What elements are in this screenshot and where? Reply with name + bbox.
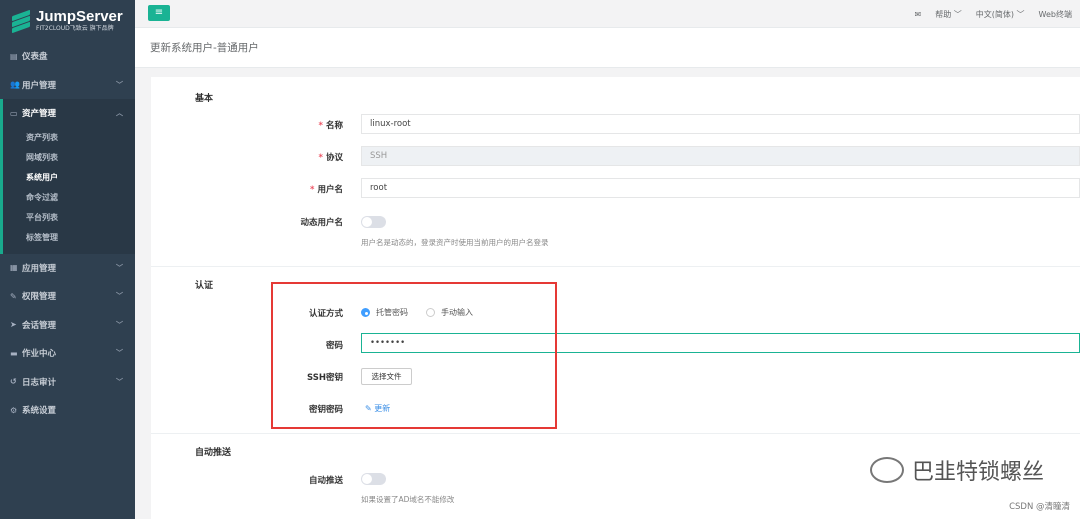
dynamic-username-label: 动态用户名	[300, 218, 343, 228]
chevron-down-icon: ﹀	[116, 292, 123, 301]
page-header: 更新系统用户-普通用户	[135, 28, 1080, 68]
help-menu[interactable]: 帮助 ﹀	[935, 9, 962, 20]
gear-icon: ⚙	[10, 405, 18, 415]
section-auth: 认证	[195, 281, 214, 291]
assets-icon: ▭	[10, 108, 18, 118]
sidebar-item-label: 应用管理	[22, 263, 57, 274]
sidebar-item-apps[interactable]: ▦ 应用管理 ﹀	[0, 254, 135, 283]
subnav-system-users[interactable]: 系统用户	[3, 168, 135, 188]
jumpserver-logo-icon	[12, 9, 30, 34]
subnav-label-management[interactable]: 标签管理	[3, 228, 135, 248]
divider	[151, 433, 1080, 434]
divider	[151, 266, 1080, 267]
csdn-credit: CSDN @清瞳清	[1009, 502, 1070, 512]
logo[interactable]: JumpServer FIT2CLOUD飞致云 旗下品牌	[0, 0, 135, 42]
web-terminal-link[interactable]: Web终端	[1039, 9, 1072, 20]
sidebar-item-settings[interactable]: ⚙ 系统设置	[0, 396, 135, 425]
users-icon: 👥	[10, 80, 20, 90]
wechat-icon	[869, 457, 904, 483]
highlight-box	[271, 282, 557, 429]
sidebar-item-label: 日志审计	[22, 377, 57, 388]
autopush-hint: 如果设置了AD域名不能修改	[361, 495, 455, 504]
logo-title: JumpServer	[36, 8, 123, 25]
sidebar-item-label: 用户管理	[22, 80, 57, 91]
sidebar-item-sessions[interactable]: ➤ 会话管理 ﹀	[0, 311, 135, 340]
watermark: 巴韭特锁螺丝	[869, 454, 1044, 486]
sidebar-item-label: 系统设置	[22, 406, 57, 417]
chevron-down-icon: ﹀	[116, 320, 123, 329]
sidebar-item-users[interactable]: 👥 用户管理 ﹀	[0, 71, 135, 100]
apps-icon: ▦	[10, 263, 18, 273]
sidebar-item-permissions[interactable]: ✎ 权限管理 ﹀	[0, 282, 135, 311]
section-basic: 基本	[195, 94, 214, 104]
username-label: * 用户名	[310, 185, 343, 195]
autopush-switch[interactable]	[361, 473, 386, 485]
sidebar-item-label: 作业中心	[22, 349, 57, 360]
chevron-down-icon: ﹀	[116, 349, 123, 358]
jobs-icon: ▬	[10, 348, 18, 358]
dynamic-username-switch[interactable]	[361, 216, 386, 228]
sidebar-item-label: 仪表盘	[22, 52, 48, 63]
watermark-text: 巴韭特锁螺丝	[911, 460, 1044, 485]
audit-icon: ↺	[10, 377, 17, 387]
chevron-down-icon: ﹀	[116, 263, 123, 272]
top-bar: ≡ ✉ 帮助 ﹀ 中文(简体) ﹀ Web终端	[135, 0, 1080, 28]
sidebar: JumpServer FIT2CLOUD飞致云 旗下品牌 ▤ 仪表盘 👥 用户管…	[0, 0, 135, 519]
sidebar-item-label: 资产管理	[22, 109, 57, 120]
sidebar-item-assets[interactable]: ▭ 资产管理 ︿	[0, 99, 135, 128]
mail-icon[interactable]: ✉	[915, 10, 922, 19]
sidebar-item-label: 权限管理	[22, 292, 57, 303]
sidebar-item-audit[interactable]: ↺ 日志审计 ﹀	[0, 368, 135, 397]
section-autopush: 自动推送	[195, 448, 232, 458]
menu-toggle-button[interactable]: ≡	[148, 5, 170, 21]
sidebar-item-label: 会话管理	[22, 320, 57, 331]
dashboard-icon: ▤	[10, 51, 18, 61]
autopush-label: 自动推送	[308, 476, 343, 486]
subnav-command-filter[interactable]: 命令过滤	[3, 188, 135, 208]
dynamic-username-hint: 用户名是动态的，登录资产时使用当前用户的用户名登录	[361, 238, 549, 247]
page-title: 更新系统用户-普通用户	[150, 42, 259, 54]
assets-subnav: 资产列表 网域列表 系统用户 命令过滤 平台列表 标签管理	[0, 127, 135, 254]
name-label: * 名称	[318, 121, 343, 131]
hamburger-icon: ≡	[154, 7, 164, 18]
subnav-asset-list[interactable]: 资产列表	[3, 128, 135, 148]
subnav-platform-list[interactable]: 平台列表	[3, 208, 135, 228]
subnav-domain-list[interactable]: 网域列表	[3, 148, 135, 168]
sidebar-item-jobs[interactable]: ▬ 作业中心 ﹀	[0, 339, 135, 368]
language-menu[interactable]: 中文(简体) ﹀	[976, 9, 1025, 20]
session-icon: ➤	[10, 320, 17, 330]
username-input[interactable]: root	[361, 178, 1080, 198]
chevron-down-icon: ﹀	[116, 80, 123, 89]
perm-icon: ✎	[10, 291, 17, 301]
sidebar-item-dashboard[interactable]: ▤ 仪表盘	[0, 42, 135, 71]
form-card: 基本 * 名称 linux-root * 协议 SSH * 用户名 root 动态用户…	[151, 77, 1080, 519]
name-input[interactable]: linux-root	[361, 114, 1080, 134]
chevron-down-icon: ﹀	[116, 377, 123, 386]
protocol-input: SSH	[361, 146, 1080, 166]
chevron-up-icon: ︿	[116, 109, 123, 118]
logo-subtitle: FIT2CLOUD飞致云 旗下品牌	[36, 25, 114, 32]
protocol-label: * 协议	[318, 153, 343, 163]
